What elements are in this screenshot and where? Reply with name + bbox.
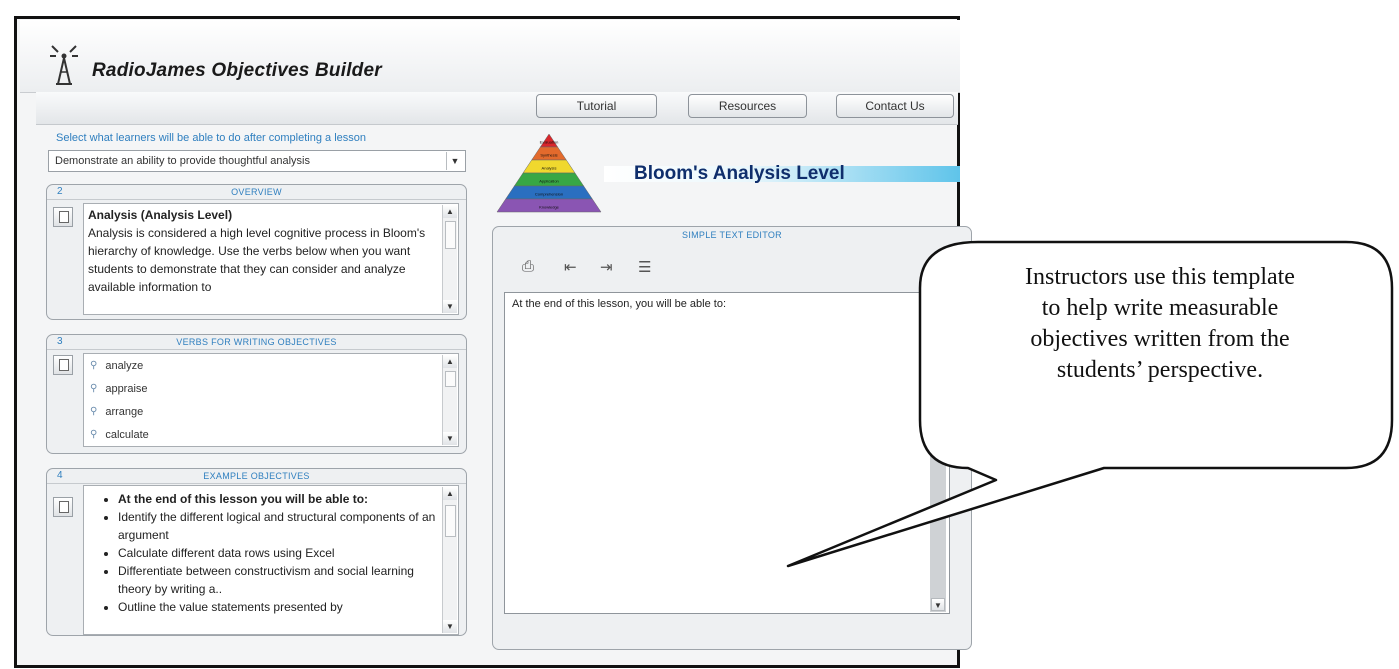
callout-line: to help write measurable: [1041, 295, 1279, 321]
overview-body: Analysis is considered a high level cogn…: [88, 226, 426, 294]
scroll-down-icon[interactable]: ▼: [443, 620, 457, 633]
bullet-list-icon[interactable]: ☰: [638, 258, 651, 276]
app-header: [20, 20, 960, 93]
list-item[interactable]: ⚲ analyze: [84, 354, 458, 377]
list-item: Outline the value statements presented b…: [118, 598, 436, 616]
document-icon[interactable]: [53, 497, 73, 517]
editor-textarea[interactable]: [504, 292, 950, 614]
examples-panel-header: 4 EXAMPLE OBJECTIVES: [47, 469, 466, 484]
chevron-down-icon[interactable]: ▼: [446, 152, 463, 170]
select-prompt: Select what learners will be able to do …: [56, 132, 367, 144]
list-item[interactable]: ⚲ calculate: [84, 423, 458, 446]
document-icon[interactable]: [53, 355, 73, 375]
overview-heading: Analysis (Analysis Level): [88, 208, 233, 222]
scroll-down-icon[interactable]: ▼: [443, 432, 457, 445]
scroll-up-icon[interactable]: ▲: [443, 205, 457, 218]
resources-button[interactable]: Resources: [688, 94, 807, 118]
examples-scrollbar[interactable]: ▲ ▼: [442, 487, 457, 633]
callout-text: Instructors use this template to help wr…: [936, 262, 1384, 386]
overview-panel-header: 2 OVERVIEW: [47, 185, 466, 200]
magnifier-icon: ⚲: [90, 383, 98, 394]
panel-title: OVERVIEW: [231, 187, 282, 197]
scroll-up-icon[interactable]: ▲: [443, 355, 457, 368]
indent-icon[interactable]: ⇥: [600, 258, 613, 276]
scroll-down-icon[interactable]: ▼: [443, 300, 457, 313]
list-item: Calculate different data rows using Exce…: [118, 544, 436, 562]
list-item: At the end of this lesson you will be ab…: [118, 490, 436, 508]
bloom-level-title: Bloom's Analysis Level: [634, 163, 845, 184]
editor-text: At the end of this lesson, you will be a…: [512, 298, 727, 310]
pyramid-label: Synthesis: [540, 152, 557, 157]
scroll-down-icon[interactable]: ▼: [931, 598, 945, 611]
list-item[interactable]: ⚲ arrange: [84, 400, 458, 423]
nav-bar: [36, 92, 958, 125]
callout-line: Instructors use this template: [1025, 264, 1295, 290]
scroll-thumb[interactable]: [445, 371, 456, 387]
pyramid-label: Application: [539, 178, 559, 183]
list-item[interactable]: ⚲ appraise: [84, 377, 458, 400]
pyramid-label: Evaluation: [540, 139, 559, 144]
examples-list: At the end of this lesson you will be ab…: [84, 486, 458, 616]
pyramid-label: Comprehension: [535, 191, 563, 196]
overview-panel: 2 OVERVIEW Analysis (Analysis Level) Ana…: [46, 184, 467, 320]
callout-line: objectives written from the: [1030, 326, 1290, 352]
examples-list-box[interactable]: At the end of this lesson you will be ab…: [83, 485, 459, 635]
overview-scrollbar[interactable]: ▲ ▼: [442, 205, 457, 313]
outdent-icon[interactable]: ⇤: [564, 258, 577, 276]
pyramid-label: Knowledge: [539, 204, 560, 209]
radio-tower-icon: [50, 45, 78, 85]
bloom-pyramid-icon: Evaluation Synthesis Analysis Application Co…: [496, 133, 602, 213]
scroll-thumb[interactable]: [445, 505, 456, 537]
pyramid-label: Analysis: [542, 165, 557, 170]
verbs-panel: 3 VERBS FOR WRITING OBJECTIVES ⚲ analyze …: [46, 334, 467, 454]
overview-text-box[interactable]: Analysis (Analysis Level) Analysis is co…: [83, 203, 459, 315]
objective-level-select[interactable]: Demonstrate an ability to provide though…: [48, 150, 466, 172]
scroll-up-icon[interactable]: ▲: [443, 487, 457, 500]
verbs-list: ⚲ analyze ⚲ appraise ⚲ arrange ⚲ calculate: [84, 354, 458, 446]
print-icon[interactable]: ⎙: [522, 258, 534, 275]
verbs-scrollbar[interactable]: ▲ ▼: [442, 355, 457, 445]
contact-us-button[interactable]: Contact Us: [836, 94, 954, 118]
magnifier-icon: ⚲: [90, 429, 98, 440]
magnifier-icon: ⚲: [90, 406, 98, 417]
overview-text: Analysis (Analysis Level) Analysis is co…: [84, 204, 458, 298]
editor-label: SIMPLE TEXT EDITOR: [682, 230, 782, 240]
callout-line: students’ perspective.: [1056, 357, 1264, 383]
panel-title: EXAMPLE OBJECTIVES: [203, 471, 310, 481]
scroll-thumb[interactable]: [445, 221, 456, 249]
examples-panel: 4 EXAMPLE OBJECTIVES At the end of this …: [46, 468, 467, 636]
list-item: Differentiate between constructivism and…: [118, 562, 436, 598]
app-title: RadioJames Objectives Builder: [92, 60, 382, 81]
verbs-panel-header: 3 VERBS FOR WRITING OBJECTIVES: [47, 335, 466, 350]
list-item: Identify the different logical and struc…: [118, 508, 436, 544]
verbs-list-box[interactable]: ⚲ analyze ⚲ appraise ⚲ arrange ⚲ calculate ▲…: [83, 353, 459, 447]
magnifier-icon: ⚲: [90, 360, 98, 371]
document-icon[interactable]: [53, 207, 73, 227]
tutorial-button[interactable]: Tutorial: [536, 94, 657, 118]
panel-title: VERBS FOR WRITING OBJECTIVES: [176, 337, 337, 347]
